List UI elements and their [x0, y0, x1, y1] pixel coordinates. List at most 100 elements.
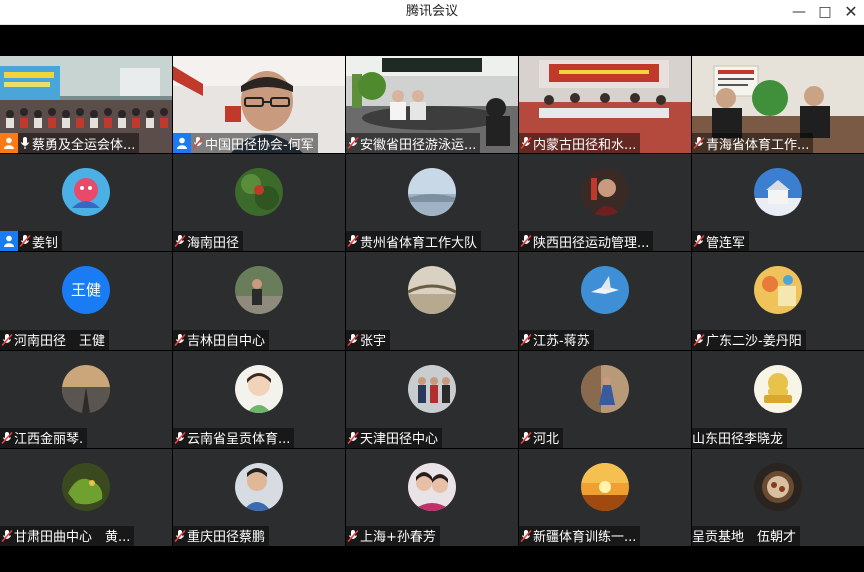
avatar — [754, 266, 802, 315]
participant-name: 广东二沙-姜丹阳 — [706, 334, 802, 350]
participant-name-bar: 吉林田自中心 — [173, 329, 270, 350]
participant-tile[interactable]: 广东二沙-姜丹阳 — [692, 252, 864, 350]
mic-muted-icon — [346, 330, 360, 350]
avatar — [62, 364, 110, 413]
participant-name: 上海+孙春芳 — [360, 530, 436, 546]
avatar — [408, 462, 456, 511]
mic-muted-icon — [519, 231, 533, 251]
mic-muted-icon — [18, 231, 32, 251]
close-button[interactable]: ✕ — [836, 0, 864, 24]
participant-name-bar: 广东二沙-姜丹阳 — [692, 329, 806, 350]
participant-name-bar: 山东田径李晓龙 — [692, 427, 788, 448]
participant-name: 甘肃田曲中心 黄... — [14, 530, 131, 546]
avatar — [754, 462, 802, 511]
participant-name-bar: 内蒙古田径和水... — [519, 133, 641, 154]
participant-name-bar: 河北 — [519, 427, 564, 448]
bottom-toolbar-area — [0, 546, 864, 572]
mic-muted-icon — [519, 526, 533, 546]
participant-tile[interactable]: 山东田径李晓龙 — [692, 350, 864, 448]
participant-name: 姜钊 — [32, 235, 59, 251]
participant-tile[interactable]: 江西金丽琴. — [0, 350, 172, 448]
avatar — [754, 364, 802, 413]
participant-tile[interactable]: 贵州省体育工作大队 — [346, 154, 518, 252]
participant-tile[interactable]: 吉林田自中心 — [173, 252, 345, 350]
participant-name: 云南省呈贡体育... — [187, 432, 291, 448]
mic-muted-icon — [519, 428, 533, 448]
avatar — [62, 168, 110, 217]
participant-tile[interactable]: 呈贡基地 伍朝才 — [692, 448, 864, 546]
participant-tile[interactable]: 中国田径协会-何军 — [173, 56, 345, 154]
participant-name-bar: 甘肃田曲中心 黄... — [0, 525, 135, 546]
participant-name-bar: 上海+孙春芳 — [346, 525, 440, 546]
participant-name-bar: 陕西田径运动管理... — [519, 231, 654, 252]
participant-name-bar: 江苏-蒋苏 — [519, 329, 594, 350]
participant-name-bar: 中国田径协会-何军 — [173, 133, 318, 154]
participant-tile[interactable]: 蔡勇及全运会体... — [0, 56, 172, 154]
avatar — [408, 266, 456, 315]
participant-tile[interactable]: 江苏-蒋苏 — [519, 252, 691, 350]
participant-name-bar: 张宇 — [346, 329, 391, 350]
window-title: 腾讯会议 — [405, 4, 458, 19]
participant-name: 新疆体育训练一... — [533, 530, 637, 546]
participant-name: 陕西田径运动管理... — [533, 235, 650, 251]
participant-name-bar: 呈贡基地 伍朝才 — [692, 525, 801, 546]
mic-muted-icon — [173, 231, 187, 251]
avatar — [62, 462, 110, 511]
mic-muted-icon — [191, 133, 205, 153]
mic-muted-icon — [692, 133, 706, 153]
avatar — [408, 364, 456, 413]
participant-name-bar: 安徽省田径游泳运... — [346, 133, 481, 154]
participant-name-bar: 姜钊 — [0, 231, 63, 252]
avatar — [581, 168, 629, 217]
participant-name: 中国田径协会-何军 — [205, 137, 314, 153]
participant-name: 重庆田径蔡鹏 — [187, 530, 266, 546]
participant-tile[interactable]: 张宇 — [346, 252, 518, 350]
participant-tile[interactable]: 河北 — [519, 350, 691, 448]
participant-tile[interactable]: 姜钊 — [0, 154, 172, 252]
mic-icon — [18, 133, 32, 153]
participant-name: 吉林田自中心 — [187, 334, 266, 350]
participant-name: 呈贡基地 伍朝才 — [692, 530, 797, 546]
participant-name: 山东田径李晓龙 — [692, 432, 784, 448]
participant-name: 张宇 — [360, 334, 387, 350]
avatar — [235, 266, 283, 315]
mic-muted-icon — [692, 330, 706, 350]
participant-name-bar: 重庆田径蔡鹏 — [173, 525, 270, 546]
participant-tile[interactable]: 天津田径中心 — [346, 350, 518, 448]
avatar — [581, 364, 629, 413]
participant-tile[interactable]: 陕西田径运动管理... — [519, 154, 691, 252]
host-icon — [0, 231, 18, 252]
participant-name-bar: 天津田径中心 — [346, 427, 443, 448]
participant-tile[interactable]: 安徽省田径游泳运... — [346, 56, 518, 154]
mic-muted-icon — [0, 330, 14, 350]
participant-tile[interactable]: 青海省体育工作... — [692, 56, 864, 154]
participant-name-bar: 贵州省体育工作大队 — [346, 231, 482, 252]
title-bar: 腾讯会议 — □ ✕ — [0, 0, 864, 25]
avatar — [235, 364, 283, 413]
participant-tile[interactable]: 云南省呈贡体育... — [173, 350, 345, 448]
participant-tile[interactable]: 王健 河南田径 王健 — [0, 252, 172, 350]
participant-tile[interactable]: 内蒙古田径和水... — [519, 56, 691, 154]
participant-name: 江苏-蒋苏 — [533, 334, 590, 350]
host-icon — [0, 133, 18, 154]
avatar — [581, 266, 629, 315]
avatar — [235, 168, 283, 217]
mic-muted-icon — [519, 330, 533, 350]
participant-name-bar: 蔡勇及全运会体... — [0, 133, 140, 154]
host-icon — [173, 133, 191, 154]
participant-tile[interactable]: 重庆田径蔡鹏 — [173, 448, 345, 546]
participant-tile[interactable]: 新疆体育训练一... — [519, 448, 691, 546]
video-grid: 蔡勇及全运会体... 中国田径协会-何军 安徽省田径游泳运... 内蒙古田径和水… — [0, 56, 864, 546]
participant-tile[interactable]: 海南田径 — [173, 154, 345, 252]
participant-tile[interactable]: 管连军 — [692, 154, 864, 252]
mic-muted-icon — [0, 526, 14, 546]
mic-muted-icon — [692, 231, 706, 251]
mic-muted-icon — [173, 428, 187, 448]
participant-name: 管连军 — [706, 235, 746, 251]
mic-muted-icon — [346, 428, 360, 448]
mic-muted-icon — [519, 133, 533, 153]
avatar: 王健 — [62, 266, 110, 315]
avatar — [235, 462, 283, 511]
participant-tile[interactable]: 上海+孙春芳 — [346, 448, 518, 546]
participant-tile[interactable]: 甘肃田曲中心 黄... — [0, 448, 172, 546]
